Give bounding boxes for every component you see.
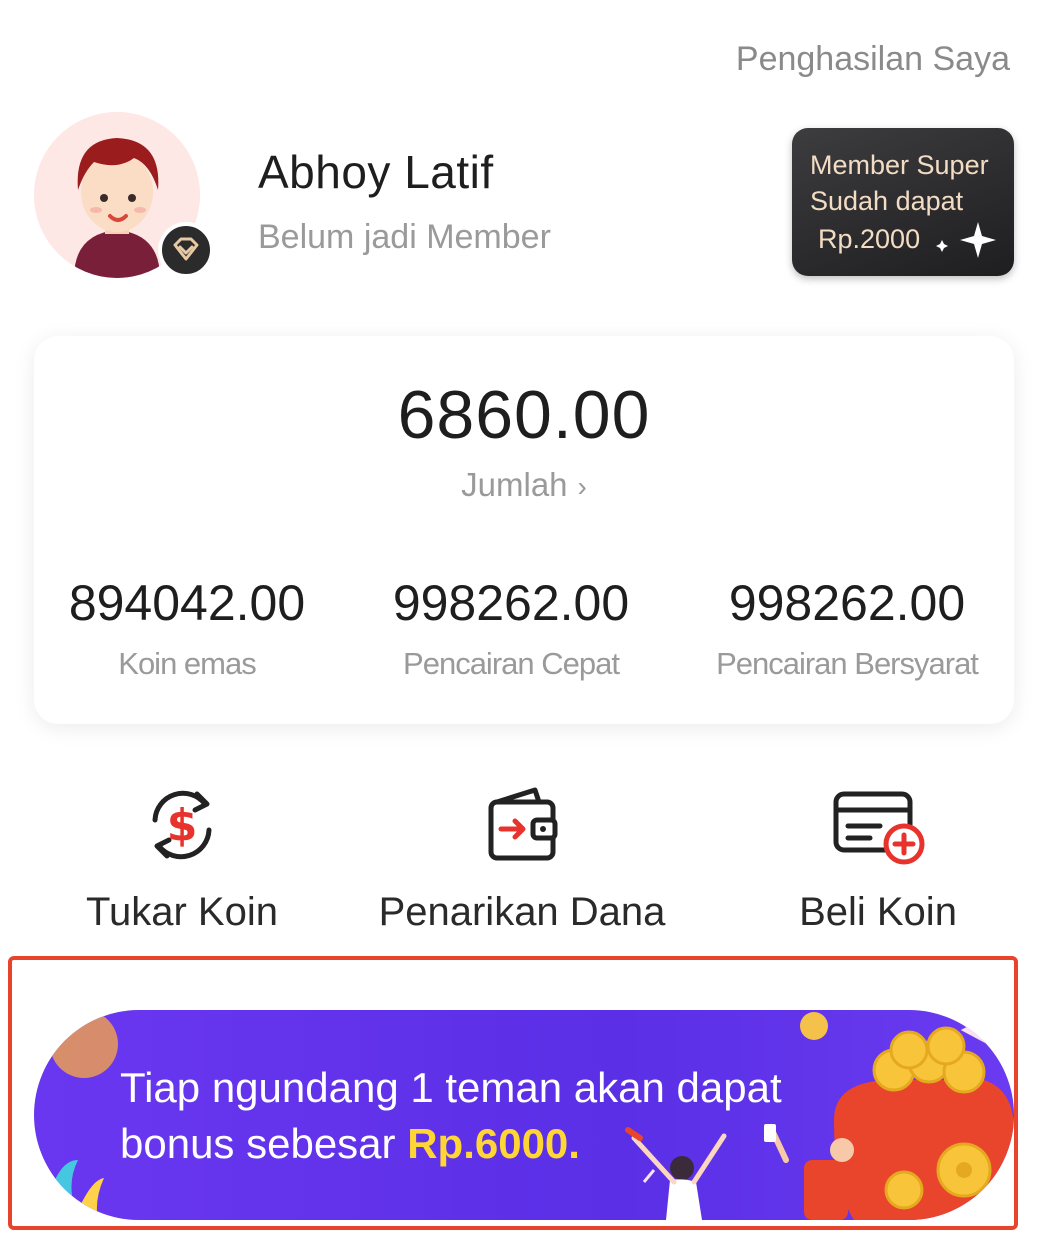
stat-value: 998262.00 xyxy=(392,575,630,631)
banner-line-2-prefix: bonus sebesar xyxy=(120,1120,408,1167)
stat-value: 998262.00 xyxy=(728,575,966,631)
total-label: Jumlah xyxy=(461,466,568,503)
wallet-withdraw-icon xyxy=(352,780,692,870)
balance-card: 6860.00 Jumlah › 894042.00 Koin emas 9982… xyxy=(34,336,1014,724)
user-name: Abhoy Latif xyxy=(258,146,494,198)
super-member-promo-card[interactable]: Member Super Sudah dapat Rp.2000 xyxy=(792,128,1014,276)
stat-fast-withdrawal: 998262.00 Pencairan Cepat xyxy=(346,574,676,682)
banner-bonus-amount: Rp.6000. xyxy=(407,1120,580,1167)
buy-coins-button[interactable]: Beli Koin xyxy=(708,780,1040,935)
banner-line-2: bonus sebesar Rp.6000. xyxy=(120,1116,782,1172)
banner-line-1: Tiap ngundang 1 teman akan dapat xyxy=(120,1064,782,1111)
card-add-icon xyxy=(708,780,1040,870)
withdraw-funds-label: Penarikan Dana xyxy=(378,890,666,934)
promo-title: Member Super xyxy=(810,150,989,180)
banner-text: Tiap ngundang 1 teman akan dapat bonus s… xyxy=(120,1060,782,1172)
stat-label: Pencairan Bersyarat xyxy=(716,646,979,681)
diamond-badge-icon xyxy=(158,222,214,278)
exchange-coins-label: Tukar Koin xyxy=(86,890,278,934)
exchange-dollar-icon: $ xyxy=(12,780,352,870)
withdraw-funds-button[interactable]: Penarikan Dana xyxy=(352,780,692,935)
total-label-link[interactable]: Jumlah › xyxy=(34,466,1014,504)
stat-gold-coins: 894042.00 Koin emas xyxy=(22,574,352,682)
invite-friend-banner[interactable]: Tiap ngundang 1 teman akan dapat bonus s… xyxy=(34,1010,1014,1220)
stat-label: Koin emas xyxy=(118,646,256,681)
sparkle-icon xyxy=(936,222,996,258)
stat-label: Pencairan Cepat xyxy=(403,646,620,681)
buy-coins-label: Beli Koin xyxy=(799,890,957,934)
earnings-link[interactable]: Penghasilan Saya xyxy=(736,40,1010,79)
stat-value: 894042.00 xyxy=(68,575,306,631)
svg-text:$: $ xyxy=(167,800,198,851)
stat-conditional-withdrawal: 998262.00 Pencairan Bersyarat xyxy=(682,574,1012,682)
chevron-right-icon: › xyxy=(577,471,587,502)
member-status: Belum jadi Member xyxy=(258,218,551,256)
exchange-coins-button[interactable]: $ Tukar Koin xyxy=(12,780,352,935)
total-amount: 6860.00 xyxy=(397,377,651,453)
promo-amount: Rp.2000 xyxy=(818,224,921,254)
promo-subtitle: Sudah dapat xyxy=(810,186,964,216)
